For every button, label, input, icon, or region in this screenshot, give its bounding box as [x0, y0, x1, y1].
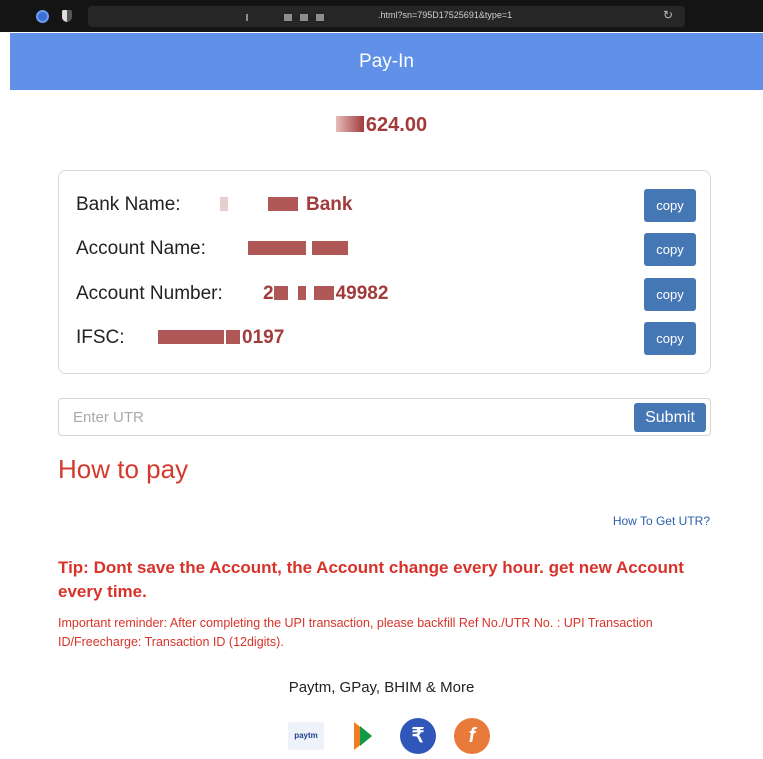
utr-form: Submit: [58, 398, 711, 436]
page-header: Pay-In: [10, 33, 763, 90]
bank-name-value: Bank: [220, 194, 352, 216]
how-to-get-utr-link[interactable]: How To Get UTR?: [613, 514, 710, 528]
copy-account-name-button[interactable]: copy: [644, 233, 696, 266]
bank-details-card: Bank Name: Bank copy Account Name: copy …: [58, 170, 711, 374]
account-name-label: Account Name:: [76, 238, 206, 259]
page-title: Pay-In: [359, 51, 414, 72]
ifsc-label: IFSC:: [76, 327, 125, 348]
account-name-value: [248, 238, 348, 260]
url-redaction: [316, 14, 324, 21]
url-text: .html?sn=795D17525691&type=1: [378, 10, 513, 20]
copy-ifsc-button[interactable]: copy: [644, 322, 696, 355]
url-redaction: [300, 14, 308, 21]
account-number-row: Account Number: 2 49982 copy: [76, 278, 696, 311]
browser-toolbar: .html?sn=795D17525691&type=1 ↻: [0, 0, 763, 32]
currency-redaction: [335, 116, 364, 132]
shield-icon[interactable]: [62, 10, 72, 22]
how-to-pay-title: How to pay: [58, 454, 189, 484]
reload-icon[interactable]: ↻: [663, 8, 673, 22]
browser-logo-icon[interactable]: [36, 10, 49, 23]
submit-button[interactable]: Submit: [634, 403, 706, 432]
reminder-text: Important reminder: After completing the…: [58, 616, 653, 649]
bhim-logo-icon: [346, 718, 382, 754]
address-bar[interactable]: .html?sn=795D17525691&type=1 ↻: [88, 6, 685, 27]
tip-text: Tip: Dont save the Account, the Account …: [58, 558, 684, 601]
bank-name-row: Bank Name: Bank copy: [76, 189, 696, 222]
account-name-row: Account Name: copy: [76, 233, 696, 266]
freecharge-logo-icon: f: [454, 718, 490, 754]
payment-amount: 624.00: [0, 114, 763, 137]
ifsc-row: IFSC: 0197 copy: [76, 322, 696, 355]
copy-bank-name-button[interactable]: copy: [644, 189, 696, 222]
ifsc-value: 0197: [158, 327, 284, 349]
url-redaction: [284, 14, 292, 21]
bank-name-label: Bank Name:: [76, 194, 181, 215]
utr-input[interactable]: [73, 405, 633, 429]
url-redaction: [246, 14, 248, 21]
amount-value: 624.00: [365, 114, 428, 136]
payment-logos: paytm ₹ f: [288, 718, 490, 755]
copy-account-number-button[interactable]: copy: [644, 278, 696, 311]
account-number-label: Account Number:: [76, 283, 223, 304]
paytm-logo-icon: paytm: [288, 722, 324, 750]
upi-rupee-logo-icon: ₹: [400, 718, 436, 754]
account-number-value: 2 49982: [263, 283, 389, 304]
payment-methods-text: Paytm, GPay, BHIM & More: [288, 679, 475, 696]
